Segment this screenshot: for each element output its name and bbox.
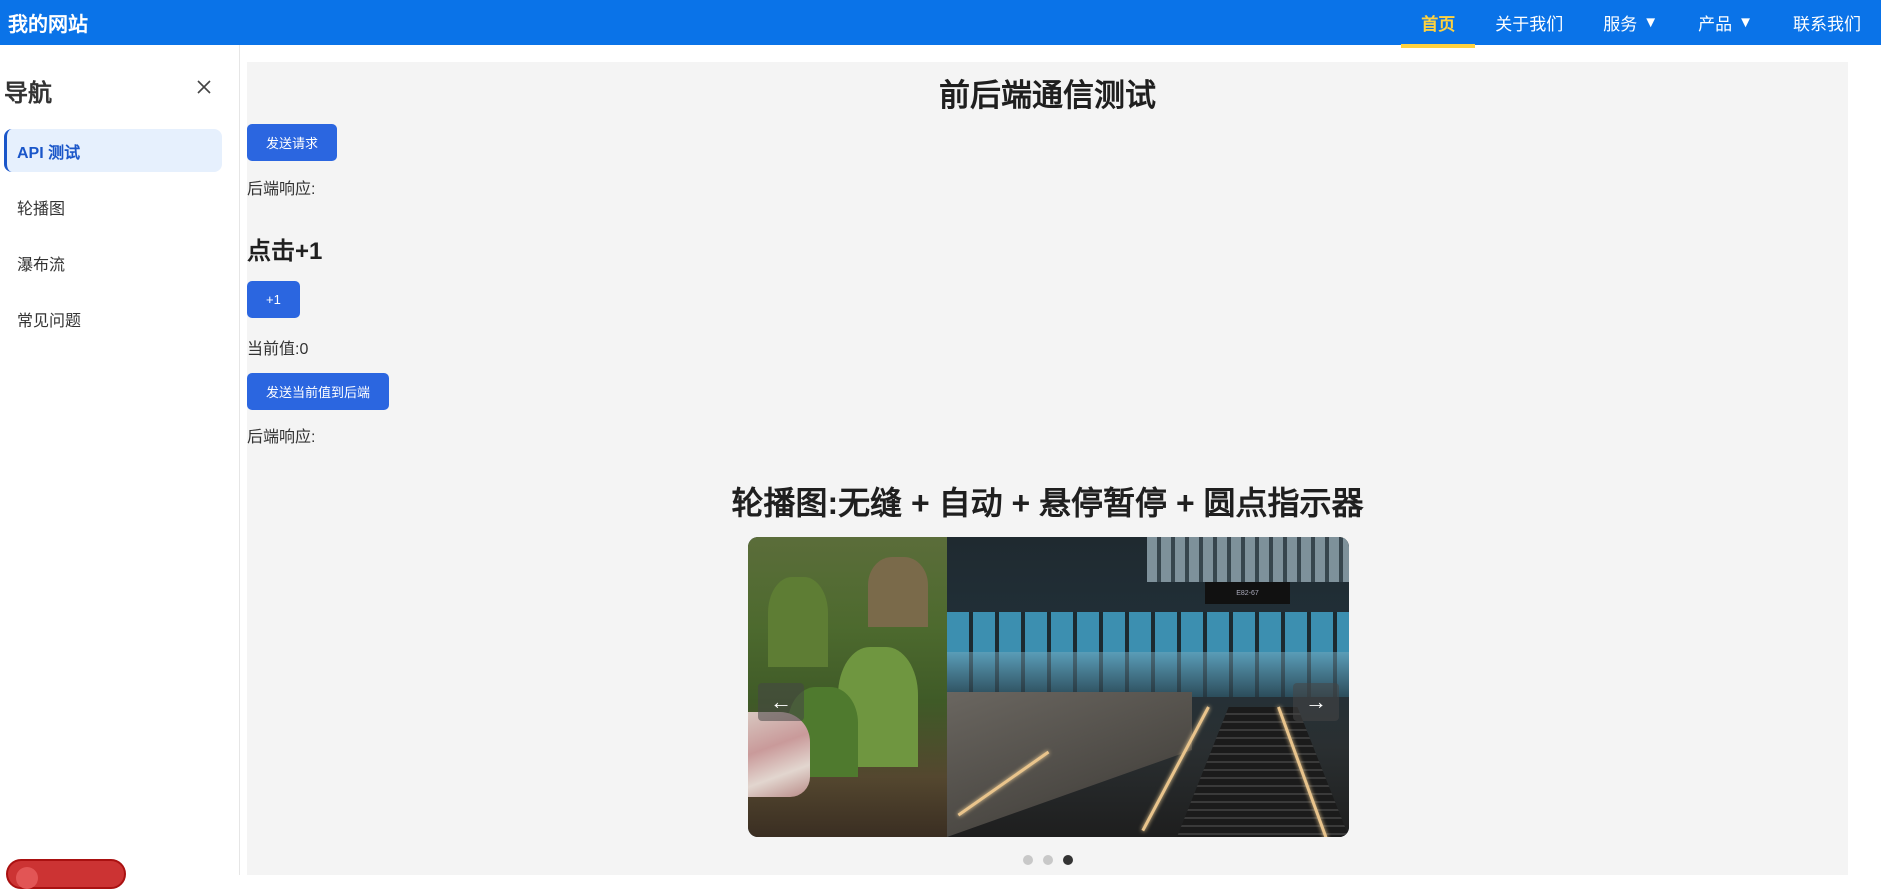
page-title: 前后端通信测试 — [939, 78, 1156, 113]
site-brand[interactable]: 我的网站 — [8, 0, 88, 45]
arrow-left-icon: ← — [770, 689, 792, 714]
sidebar-item-faq[interactable]: 常见问题 — [4, 297, 222, 340]
menu-item-services[interactable]: 服务 ▼ — [1583, 0, 1678, 45]
sidebar-title: 导航 — [4, 80, 52, 107]
carousel-title: 轮播图:无缝 + 自动 + 悬停暂停 + 圆点指示器 — [731, 485, 1364, 521]
sidebar-item-label: API 测试 — [17, 144, 81, 162]
sidebar-item-waterfall[interactable]: 瀑布流 — [4, 241, 222, 284]
current-value-text: 当前值:0 — [247, 335, 308, 359]
backend-response-text-2: 后端响应: — [247, 429, 316, 446]
carousel-prev-button[interactable]: ← — [758, 683, 804, 721]
sidebar-item-api-test[interactable]: API 测试 — [4, 129, 222, 172]
carousel-slide-station: E82-67 — [947, 537, 1349, 837]
caret-down-icon: ▼ — [1643, 14, 1659, 31]
top-navbar: 我的网站 首页 关于我们 服务 ▼ 产品 ▼ 联系我们 — [0, 0, 1881, 48]
sidebar-nav-list: API 测试 轮播图 瀑布流 常见问题 — [0, 129, 240, 353]
send-request-button[interactable]: 发送请求 — [247, 124, 338, 161]
sidebar-item-label: 常见问题 — [17, 312, 82, 330]
carousel-dot[interactable] — [1043, 855, 1053, 865]
caret-down-icon: ▼ — [1738, 14, 1753, 31]
menu-item-products[interactable]: 产品 ▼ — [1678, 0, 1773, 45]
carousel-next-button[interactable]: → — [1293, 683, 1339, 721]
sidebar: 导航 API 测试 轮播图 瀑布流 常见问题 — [0, 45, 240, 889]
current-value-label: 当前值: — [247, 341, 300, 358]
menu-item-label: 服务 — [1603, 15, 1638, 34]
arrow-right-icon: → — [1305, 689, 1327, 714]
carousel[interactable]: E82-67 ← → — [748, 537, 1349, 837]
carousel-dot-active[interactable] — [1063, 855, 1073, 865]
sidebar-item-carousel[interactable]: 轮播图 — [4, 185, 222, 228]
cloth-object — [748, 712, 810, 797]
plus-one-button[interactable]: +1 — [247, 281, 300, 318]
current-value: 0 — [299, 341, 309, 358]
toggle-knob — [16, 867, 38, 889]
counter-title: 点击+1 — [247, 238, 323, 265]
menu-item-contact[interactable]: 联系我们 — [1773, 0, 1881, 45]
menu-item-label: 联系我们 — [1793, 15, 1861, 34]
carousel-dots — [1023, 855, 1073, 865]
sidebar-close-button[interactable] — [192, 75, 216, 99]
menu-item-home[interactable]: 首页 — [1401, 0, 1476, 48]
carousel-dot[interactable] — [1023, 855, 1033, 865]
menu-item-label: 产品 — [1698, 15, 1733, 34]
sidebar-item-label: 轮播图 — [17, 200, 66, 218]
floating-toggle-button[interactable] — [6, 859, 126, 889]
menu-item-about[interactable]: 关于我们 — [1475, 0, 1583, 45]
menu-item-label: 首页 — [1421, 15, 1456, 34]
main-menu: 首页 关于我们 服务 ▼ 产品 ▼ 联系我们 — [1401, 0, 1881, 48]
sidebar-item-label: 瀑布流 — [17, 256, 66, 274]
send-value-button[interactable]: 发送当前值到后端 — [247, 373, 390, 410]
menu-item-label: 关于我们 — [1495, 15, 1564, 34]
backend-response-text: 后端响应: — [247, 181, 316, 198]
close-icon — [197, 80, 211, 94]
